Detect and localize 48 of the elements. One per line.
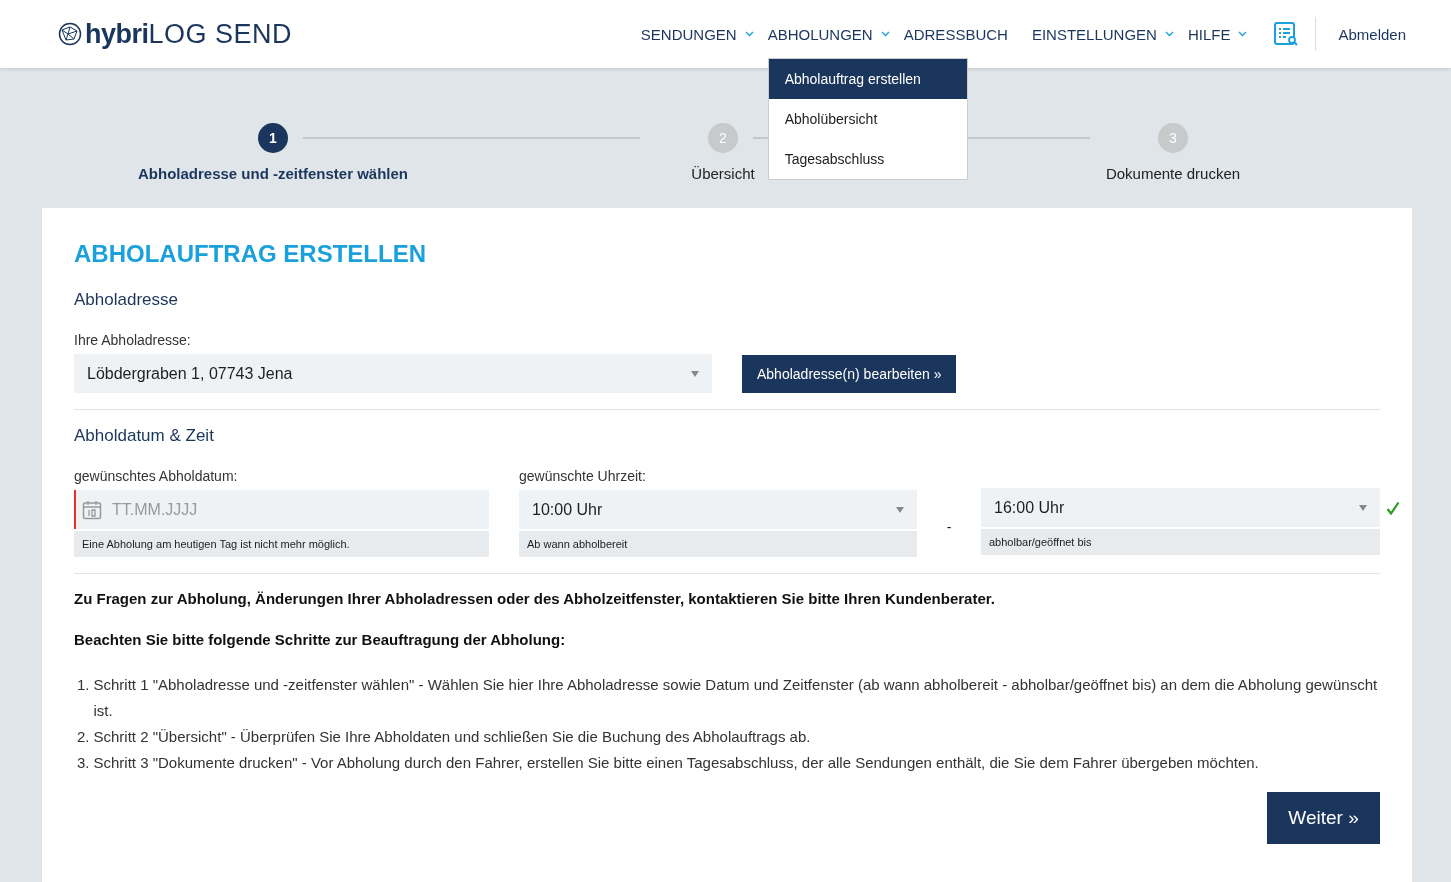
calendar-icon — [82, 500, 102, 520]
field-label: gewünschtes Abholdatum: — [74, 468, 239, 484]
step-number: 3 — [1158, 123, 1188, 153]
logout-link[interactable]: Abmelden — [1332, 24, 1412, 44]
chevron-down-icon — [880, 31, 890, 37]
section-heading: Abholdatum & Zeit — [74, 426, 215, 446]
list-number: 2. — [77, 727, 90, 747]
hint-text: Eine Abholung am heutigen Tag ist nicht mehr möglich. — [74, 531, 489, 557]
instruction-item: Schritt 1 "Abholadresse und -zeitfenster wählen" - Wählen Sie hier Ihre Abholadresse sowie Datum und Zeitfenster (ab wann abholbereit - abholbar/geöffnet bis) an dem die Abholung gewünscht ist. — [93, 675, 1379, 721]
step-number: 2 — [708, 123, 738, 153]
step-label: Abholadresse und -zeitfenster wählen — [137, 165, 409, 182]
info-text: Beachten Sie bitte folgende Schritte zur Beauftragung der Abholung: — [74, 631, 567, 648]
instruction-item: Schritt 3 "Dokumente drucken" - Vor Abholung durch den Fahrer, erstellen Sie bitte einen Tagesabschluss, der alle Sendungen enthält, die Sie dem Fahrer übergeben möchten. — [93, 753, 1259, 773]
dropdown-arrow-icon — [1359, 504, 1367, 511]
range-separator: - — [945, 519, 953, 535]
dropdown-arrow-icon — [896, 506, 904, 513]
list-search-icon[interactable] — [1273, 21, 1300, 47]
step-label: Dokumente drucken — [1105, 165, 1241, 182]
nav-menu-item[interactable]: SENDUNGEN — [636, 19, 758, 49]
instruction-item: Schritt 2 "Übersicht" - Überprüfen Sie Ihre Abholdaten und schließen Sie die Buchung des Abholauftrags ab. — [93, 727, 811, 747]
list-number: 3. — [77, 753, 90, 773]
nav-menu-item[interactable]: HILFE — [1183, 19, 1252, 49]
address-select[interactable]: Löbdergraben 1, 07743 Jena — [74, 354, 712, 393]
list-number: 1. — [77, 675, 90, 695]
field-label: Ihre Abholadresse: — [74, 332, 192, 348]
hint-text: abholbar/geöffnet bis — [981, 529, 1380, 555]
time-select[interactable]: 16:00 Uhr — [981, 488, 1380, 527]
globe-icon — [58, 22, 82, 46]
info-text: Zu Fragen zur Abholung, Änderungen Ihrer Abholadressen oder des Abholzeitfenster, kontaktieren Sie bitte Ihren Kundenberater. — [74, 590, 996, 607]
nav-menu-item[interactable]: ADRESSBUCH — [899, 19, 1012, 49]
chevron-down-icon — [744, 31, 754, 37]
field-label: gewünschte Uhrzeit: — [519, 468, 647, 484]
page-title: ABHOLAUFTRAG ERSTELLEN — [74, 240, 427, 268]
dropdown-arrow-icon — [691, 370, 699, 377]
chevron-down-icon — [1164, 31, 1174, 37]
edit-address-button[interactable]: Abholadresse(n) bearbeiten » — [742, 354, 957, 393]
section-heading: Abholadresse — [74, 290, 179, 310]
step-number: 1 — [258, 123, 288, 153]
time-select[interactable]: 10:00 Uhr — [519, 490, 917, 529]
nav-menu-item[interactable]: EINSTELLUNGEN — [1027, 19, 1178, 49]
brand-logo[interactable]: hybriLOG SEND — [85, 18, 293, 50]
dropdown-item[interactable]: Abholauftrag erstellen — [768, 59, 967, 99]
nav-menu-item[interactable]: ABHOLUNGEN — [763, 19, 894, 49]
step-label: Übersicht — [691, 165, 755, 182]
next-button[interactable]: Weiter » — [1267, 792, 1380, 844]
hint-text: Ab wann abholbereit — [519, 531, 917, 557]
date-input-field[interactable]: TT.MM.JJJJ — [74, 490, 489, 529]
chevron-down-icon — [1238, 31, 1248, 37]
